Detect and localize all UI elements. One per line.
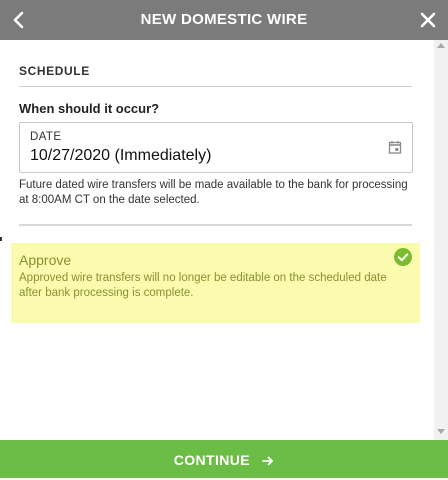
scroll-up-icon[interactable]: [437, 43, 445, 48]
edge-marker: [0, 237, 2, 241]
date-value[interactable]: 10/27/2020 (Immediately): [30, 147, 211, 165]
header-bar: NEW DOMESTIC WIRE: [0, 0, 448, 40]
arrow-right-icon: [262, 456, 274, 466]
divider: [19, 86, 412, 87]
schedule-question: When should it occur?: [19, 101, 160, 116]
check-circle-icon[interactable]: [394, 248, 412, 266]
continue-button[interactable]: CONTINUE: [0, 440, 448, 478]
schedule-helper-text: Future dated wire transfers will be made…: [19, 179, 408, 206]
date-label: DATE: [30, 131, 62, 143]
divider: [19, 224, 412, 226]
section-title: SCHEDULE: [19, 64, 90, 78]
scroll-down-icon[interactable]: [437, 429, 445, 434]
calendar-icon[interactable]: [388, 140, 402, 154]
continue-label: CONTINUE: [173, 452, 250, 468]
approve-panel[interactable]: Approve Approved wire transfers will no …: [11, 243, 420, 323]
approve-description: Approved wire transfers will no longer b…: [19, 272, 387, 299]
approve-title: Approve: [19, 252, 72, 268]
schedule-panel: SCHEDULE When should it occur? DATE 10/2…: [0, 40, 434, 440]
scrollbar[interactable]: [434, 40, 448, 440]
close-icon[interactable]: [416, 8, 440, 32]
page-title: NEW DOMESTIC WIRE: [140, 11, 308, 28]
date-field[interactable]: DATE 10/27/2020 (Immediately): [19, 122, 413, 173]
